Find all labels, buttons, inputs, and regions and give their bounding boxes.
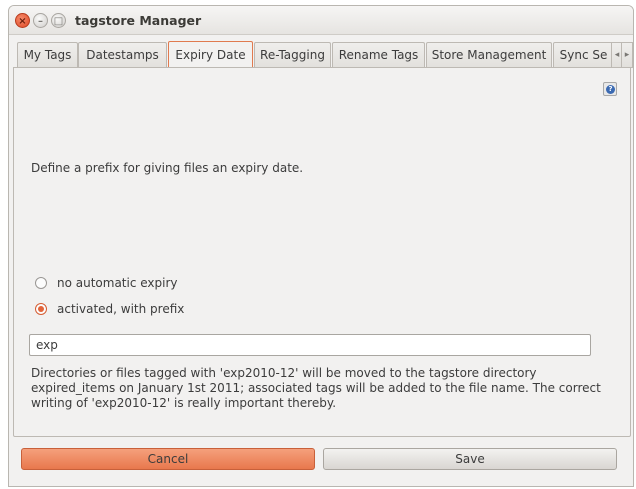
tab-re-tagging[interactable]: Re-Tagging	[254, 42, 331, 68]
minimize-window-button[interactable]: –	[33, 13, 48, 28]
maximize-window-button[interactable]: □	[51, 13, 66, 28]
tab-bar: My Tags Datestamps Expiry Date Re-Taggin…	[4, 41, 634, 68]
radio-button-checked[interactable]	[35, 303, 47, 315]
tab-datestamps[interactable]: Datestamps	[78, 42, 167, 68]
tab-sync-settings[interactable]: Sync Se	[553, 42, 614, 68]
title-bar: × – □ tagstore Manager	[9, 6, 633, 35]
radio-no-automatic-expiry[interactable]: no automatic expiry	[35, 275, 178, 291]
window-title: tagstore Manager	[75, 13, 202, 28]
close-window-button[interactable]: ×	[15, 13, 30, 28]
tab-scroll-right-button[interactable]: ▸	[621, 42, 633, 68]
tab-expiry-date[interactable]: Expiry Date	[168, 41, 253, 68]
radio-button-unchecked[interactable]	[35, 277, 47, 289]
tab-store-management[interactable]: Store Management	[426, 42, 552, 68]
radio-activated-with-prefix[interactable]: activated, with prefix	[35, 301, 184, 317]
help-icon[interactable]: ?	[603, 82, 617, 96]
panel-description: Define a prefix for giving files an expi…	[31, 161, 304, 175]
expiry-date-panel: ? Define a prefix for giving files an ex…	[13, 67, 631, 437]
radio-label-activated: activated, with prefix	[57, 302, 185, 316]
tab-my-tags[interactable]: My Tags	[17, 42, 78, 68]
expiry-info-text: Directories or files tagged with 'exp201…	[31, 366, 601, 410]
help-icon-glyph: ?	[606, 85, 615, 94]
expiry-prefix-input[interactable]	[29, 334, 591, 356]
save-button[interactable]: Save	[323, 448, 617, 470]
tab-rename-tags[interactable]: Rename Tags	[332, 42, 425, 68]
radio-label-no-expiry: no automatic expiry	[57, 276, 178, 290]
cancel-button[interactable]: Cancel	[21, 448, 315, 470]
